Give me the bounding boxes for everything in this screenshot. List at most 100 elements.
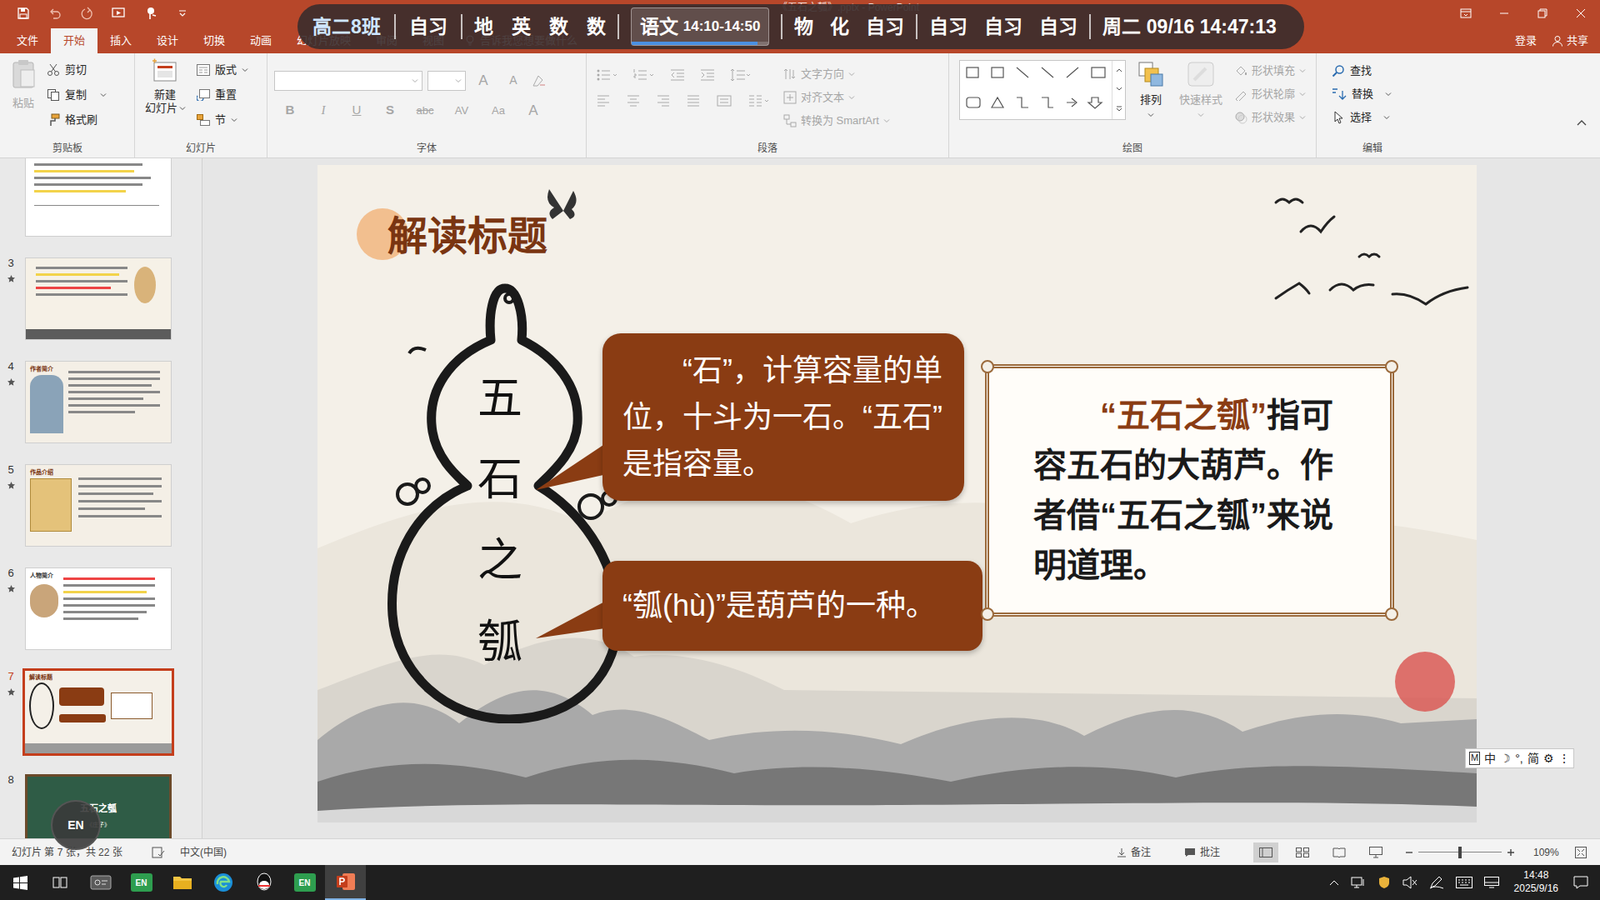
minimize-icon[interactable] [1485,0,1524,27]
menu-tab[interactable]: 文件 [4,28,51,54]
thumbnail-row[interactable] [0,158,202,240]
text-direction-button[interactable]: 文字方向 [783,63,890,85]
slide-thumbnail[interactable]: 人物简介 [22,565,175,653]
slide-thumbnail[interactable]: 作品介绍 [22,461,175,550]
tray-expand-icon[interactable] [1329,879,1340,886]
comments-button[interactable]: 批注 [1175,845,1229,860]
ribbon-display-icon[interactable] [1446,0,1485,27]
font-size-box[interactable] [427,70,466,91]
shapes-gallery[interactable] [959,60,1126,120]
thumbnail-row[interactable]: 8 五石之瓠 《庄子》 [0,771,202,839]
menu-tab[interactable]: 开始 [50,28,98,54]
notes-button[interactable]: 备注 [1108,845,1160,860]
language-indicator[interactable]: 中文(中国) [180,845,227,860]
slide-thumbnail[interactable]: 作者简介 [22,358,175,446]
shrink-font-button[interactable]: A [500,71,526,90]
slide-thumbnail[interactable] [22,255,175,343]
change-case-button[interactable]: Aa [480,102,516,120]
language-badge[interactable]: EN [50,800,101,850]
normal-view-button[interactable] [1253,842,1279,863]
slide-thumbnail[interactable]: 解读标题 [22,668,175,756]
taskbar-app[interactable]: EN [284,865,325,900]
taskbar-app[interactable] [80,865,121,900]
slide[interactable]: 解读标题 五石之瓠 “石”，计算容量的单位，十斗为一石。“五石”是指容量。 “瓠… [317,165,1477,823]
task-view-button[interactable] [40,865,80,900]
copy-button[interactable]: 复制 [46,83,107,107]
taskbar-app[interactable] [202,865,244,900]
underline-button[interactable]: U [340,100,373,120]
shadow-button[interactable]: S [374,100,406,120]
reset-button[interactable]: 重置 [196,83,249,107]
clock[interactable]: 14:482025/9/16 [1510,869,1562,895]
security-icon[interactable] [1377,875,1391,890]
zoom-out-icon[interactable] [1405,848,1414,857]
align-left-icon[interactable] [596,95,610,107]
clear-format-icon[interactable] [530,73,546,89]
distributed-icon[interactable] [716,95,732,107]
replace-button[interactable]: 替换 [1331,83,1414,105]
collapse-ribbon-icon[interactable] [1576,119,1587,126]
network-icon[interactable] [1350,875,1366,890]
columns-icon[interactable] [748,95,770,107]
decrease-indent-icon[interactable] [670,68,685,82]
section-button[interactable]: 节 [196,108,249,132]
font-color-button[interactable]: A [517,100,550,122]
paste-button[interactable]: 粘贴 [6,58,40,112]
save-icon[interactable] [16,6,30,20]
close-icon[interactable] [1561,0,1600,27]
zoom-slider[interactable] [1418,846,1502,859]
customize-icon[interactable] [178,9,187,18]
sign-in-link[interactable]: 登录 [1505,28,1547,54]
volume-muted-icon[interactable] [1402,875,1418,890]
thumbnail-row[interactable]: 3 [0,255,202,343]
strikethrough-button[interactable]: abc [407,102,443,120]
slide-thumbnail[interactable] [22,158,175,240]
font-name-box[interactable] [274,70,423,91]
menu-tab[interactable]: 设计 [144,28,191,54]
fit-slide-icon[interactable] [1575,846,1587,859]
display-icon[interactable] [1484,876,1500,889]
zoom-slider-thumb[interactable] [1458,846,1462,859]
restore-icon[interactable] [1523,0,1562,27]
share-button[interactable]: 共享 [1546,28,1600,54]
reading-view-button[interactable] [1326,842,1352,863]
select-button[interactable]: 选择 [1331,106,1414,129]
layout-button[interactable]: 版式 [196,58,249,82]
numbering-icon[interactable] [633,68,655,82]
bullets-icon[interactable] [596,68,619,82]
thumbnail-row[interactable]: 5 作品介绍 [0,461,202,550]
taskbar-app[interactable] [243,865,285,900]
pen-icon[interactable] [1429,875,1445,890]
sorter-view-button[interactable] [1290,842,1315,863]
line-spacing-icon[interactable] [730,68,752,82]
thumbnail-row[interactable]: 7 解读标题 [0,668,202,756]
shape-fill-button[interactable]: 形状填充 [1234,60,1306,82]
italic-button[interactable]: I [307,100,340,120]
align-right-icon[interactable] [656,95,670,107]
shape-effects-button[interactable]: 形状效果 [1234,106,1306,129]
arrange-button[interactable]: 排列 [1134,60,1168,119]
find-button[interactable]: 查找 [1331,60,1414,82]
ime-toolbar[interactable]: M 中 ☽ °, 简 ⚙ ⋮ [1465,748,1575,769]
convert-smartart-button[interactable]: 转换为 SmartArt [783,110,890,132]
menu-tab[interactable]: 插入 [97,28,145,54]
taskbar-app[interactable] [161,865,203,900]
grow-font-button[interactable]: A [470,70,496,92]
taskbar-app[interactable] [325,865,366,900]
from-beginning-icon[interactable] [111,6,127,20]
start-button[interactable] [0,865,40,900]
redo-icon[interactable] [80,6,94,20]
menu-tab[interactable]: 切换 [190,28,238,54]
increase-indent-icon[interactable] [700,68,715,82]
shape-outline-button[interactable]: 形状轮廓 [1234,83,1306,105]
touch-mode-icon[interactable] [145,6,160,20]
spacing-button[interactable]: AV [444,102,480,120]
quick-styles-button[interactable]: 快速样式 [1175,60,1226,119]
align-text-button[interactable]: 对齐文本 [783,86,890,109]
taskbar-app[interactable]: EN [120,865,162,900]
undo-icon[interactable] [48,6,62,20]
cut-button[interactable]: 剪切 [46,58,107,82]
format-painter-button[interactable]: 格式刷 [46,108,107,132]
bold-button[interactable]: B [274,100,306,120]
menu-tab[interactable]: 动画 [237,28,285,54]
